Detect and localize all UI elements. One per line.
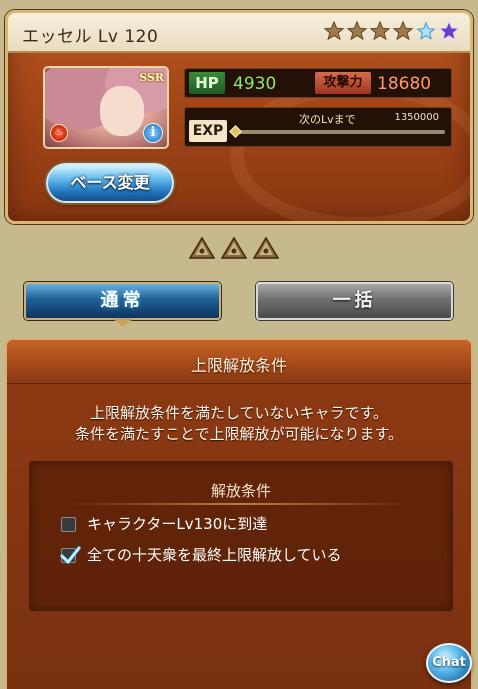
rarity-badge: SSR: [139, 71, 164, 84]
fire-element-icon: ♨: [50, 124, 68, 142]
condition-description: 上限解放条件を満たしていないキャラです。 条件を満たすことで上限解放が可能になり…: [7, 403, 471, 445]
uncap-condition-panel: 上限解放条件 上限解放条件を満たしていないキャラです。 条件を満たすことで上限解…: [5, 338, 473, 689]
character-name: エッセル: [22, 27, 92, 47]
condition-item: 全ての十天衆を最終上限解放している: [60, 545, 421, 589]
character-name-level: エッセル Lv 120: [22, 22, 158, 47]
name-bar: エッセル Lv 120: [8, 13, 470, 53]
hp-value: 4930: [233, 74, 277, 94]
uncap-pyramid-icon: [220, 236, 248, 259]
uncap-pyramid-icon: [188, 236, 216, 259]
star-icon: [323, 20, 345, 41]
rarity-stars: [323, 20, 460, 42]
hp-label: HP: [189, 72, 225, 94]
unchecked-checkbox-icon: [61, 517, 76, 532]
atk-value: 18680: [377, 74, 432, 94]
exp-marker-icon: [229, 125, 242, 138]
checkmark-icon: [60, 546, 81, 564]
uncap-indicators: [188, 236, 280, 260]
exp-progress-bar: [235, 130, 445, 134]
portrait-face: [100, 86, 144, 136]
purple-star-icon: [438, 20, 460, 42]
stats-box: HP 4930 攻撃力 18680: [184, 68, 452, 98]
chat-button[interactable]: Chat: [426, 643, 472, 683]
character-panel: エッセル Lv 120 SSR ♨ i HP 4930 攻撃力 18680 EX…: [5, 10, 473, 224]
decorative-swirl: [230, 81, 470, 221]
panel-header: 上限解放条件: [7, 340, 471, 384]
exp-box: EXP 次のLvまで 1350000: [184, 107, 452, 147]
info-icon[interactable]: i: [143, 123, 163, 143]
checked-checkbox-icon: [60, 546, 81, 564]
exp-next-label: 次のLvまで: [299, 113, 356, 126]
character-portrait[interactable]: SSR ♨ i: [43, 66, 169, 149]
description-line: 条件を満たすことで上限解放が可能になります。: [74, 425, 404, 443]
character-level: Lv 120: [97, 27, 159, 47]
panel-title: 上限解放条件: [190, 356, 287, 375]
base-change-button[interactable]: ベース変更: [46, 163, 174, 203]
tab-bulk[interactable]: 一括: [256, 282, 453, 320]
condition-text: 全ての十天衆を最終上限解放している: [87, 546, 342, 564]
description-line: 上限解放条件を満たしていないキャラです。: [89, 404, 389, 422]
condition-text: キャラクターLv130に到達: [87, 515, 268, 533]
star-icon: [346, 20, 368, 41]
exp-next-value: 1350000: [394, 112, 439, 123]
atk-label: 攻撃力: [315, 72, 371, 94]
tab-ornament: [112, 318, 134, 327]
star-icon: [392, 20, 414, 41]
condition-item: キャラクターLv130に到達: [61, 514, 421, 536]
exp-label: EXP: [189, 120, 227, 142]
tab-normal[interactable]: 通常: [24, 282, 221, 320]
condition-box-title: 解放条件: [210, 482, 271, 500]
uncap-pyramid-icon: [252, 236, 280, 259]
divider: [69, 503, 413, 505]
blue-star-icon: [416, 21, 436, 40]
star-icon: [369, 20, 391, 41]
